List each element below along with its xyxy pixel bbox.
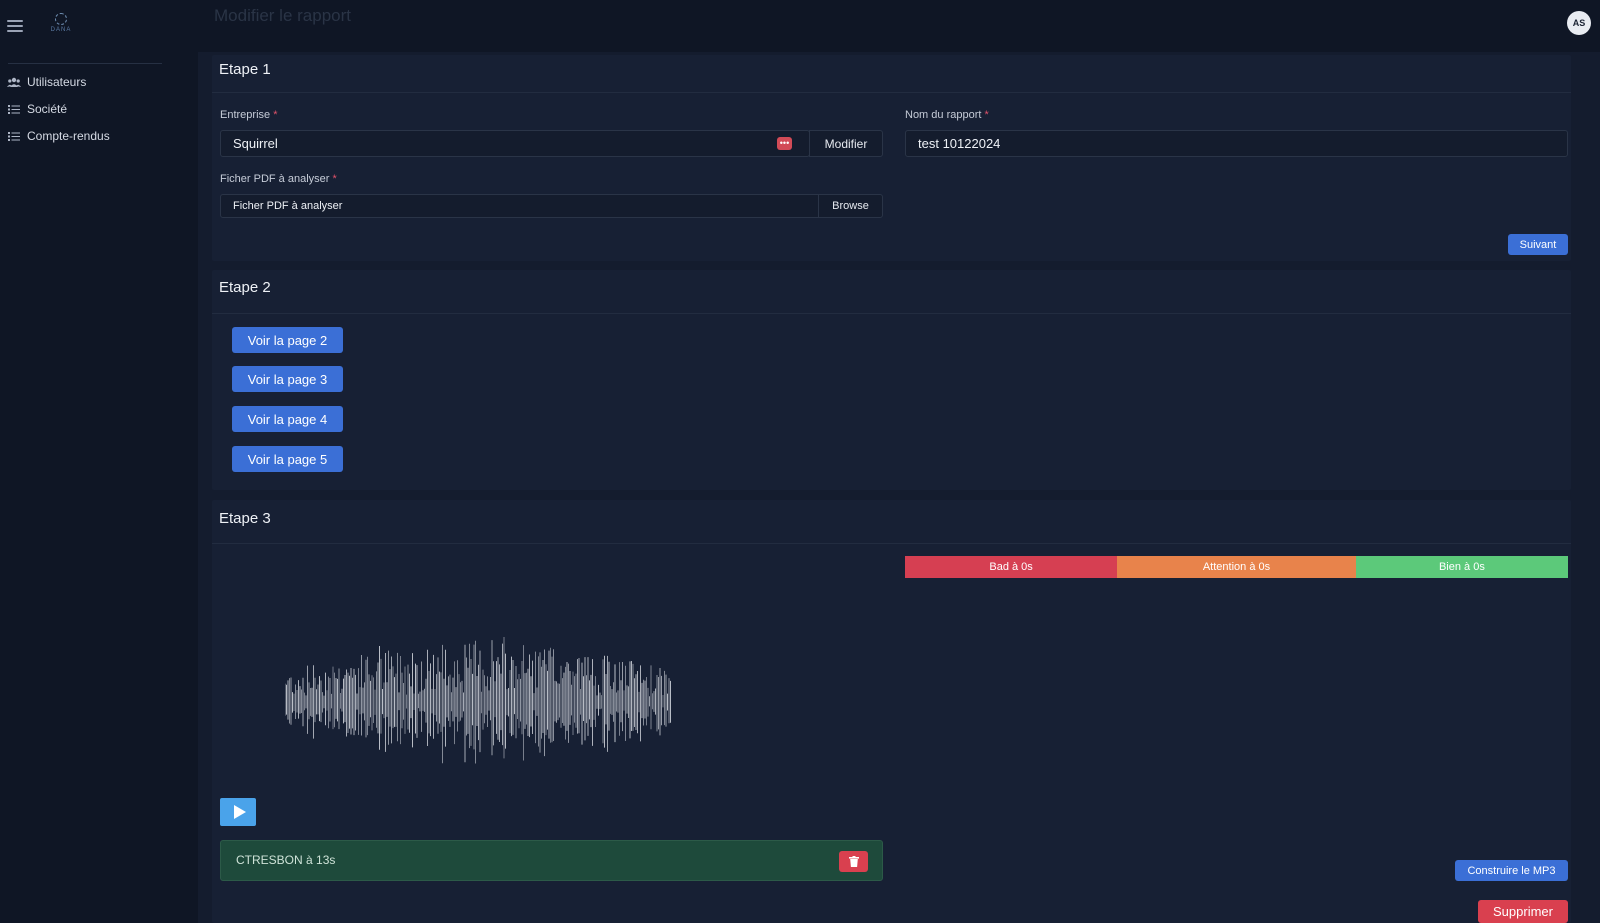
trash-icon [848, 856, 859, 867]
step1-card: Etape 1 [212, 55, 1571, 261]
view-page-4-button[interactable]: Voir la page 4 [232, 406, 343, 432]
play-button[interactable] [220, 798, 256, 826]
divider [212, 313, 1571, 314]
sidebar-item-label: Utilisateurs [27, 75, 87, 89]
sidebar-item-label: Société [27, 102, 68, 116]
step2-card: Etape 2 [212, 270, 1571, 490]
logo-icon [55, 13, 67, 25]
next-button[interactable]: Suivant [1508, 234, 1568, 255]
sidebar: Utilisateurs Société Compte-rendus [0, 52, 198, 923]
top-bar: DANA Modifier le rapport AS [0, 0, 1600, 52]
view-page-2-button[interactable]: Voir la page 2 [232, 327, 343, 353]
pdf-file-placeholder: Ficher PDF à analyser [233, 200, 343, 212]
report-name-field[interactable]: test 10122024 [905, 130, 1568, 157]
play-icon [233, 805, 246, 819]
status-bar: Bad à 0s Attention à 0s Bien à 0s [905, 556, 1568, 578]
step1-title: Etape 1 [219, 61, 271, 78]
sidebar-item-utilisateurs[interactable]: Utilisateurs [7, 75, 86, 89]
status-bad: Bad à 0s [905, 556, 1118, 578]
divider [212, 92, 1571, 93]
divider [212, 543, 1571, 544]
avatar[interactable]: AS [1567, 11, 1591, 35]
step2-title: Etape 2 [219, 279, 271, 296]
menu-icon[interactable] [7, 20, 23, 32]
step3-title: Etape 3 [219, 510, 271, 527]
company-more-icon[interactable]: ••• [777, 137, 792, 150]
marker-row: CTRESBON à 13s [220, 840, 883, 881]
sidebar-item-societe[interactable]: Société [7, 102, 67, 116]
list-icon [7, 103, 21, 115]
audio-waveform[interactable] [285, 637, 672, 767]
sidebar-item-compte-rendus[interactable]: Compte-rendus [7, 129, 110, 143]
page-title: Modifier le rapport [214, 6, 352, 25]
view-page-3-button[interactable]: Voir la page 3 [232, 366, 343, 392]
users-icon [7, 76, 21, 88]
sidebar-divider [8, 63, 162, 64]
delete-button[interactable]: Supprimer [1478, 900, 1568, 923]
sidebar-item-label: Compte-rendus [27, 129, 110, 143]
status-bien: Bien à 0s [1355, 556, 1568, 578]
company-label: Entreprise * [220, 109, 278, 121]
view-page-5-button[interactable]: Voir la page 5 [232, 446, 343, 472]
pdf-label: Ficher PDF à analyser * [220, 173, 337, 185]
browse-button[interactable]: Browse [818, 194, 883, 218]
report-name-value: test 10122024 [918, 136, 1001, 151]
logo-text: DANA [50, 27, 72, 33]
build-mp3-button[interactable]: Construire le MP3 [1455, 860, 1568, 881]
list-icon [7, 130, 21, 142]
status-attention: Attention à 0s [1117, 556, 1356, 578]
pdf-file-input[interactable]: Ficher PDF à analyser [220, 194, 820, 218]
delete-marker-button[interactable] [839, 851, 868, 872]
modify-company-button[interactable]: Modifier [809, 130, 883, 157]
company-value: Squirrel [233, 136, 278, 151]
company-field[interactable]: Squirrel [220, 130, 810, 157]
report-name-label: Nom du rapport * [905, 109, 989, 121]
marker-text: CTRESBON à 13s [236, 853, 336, 867]
app-logo[interactable]: DANA [48, 13, 74, 39]
